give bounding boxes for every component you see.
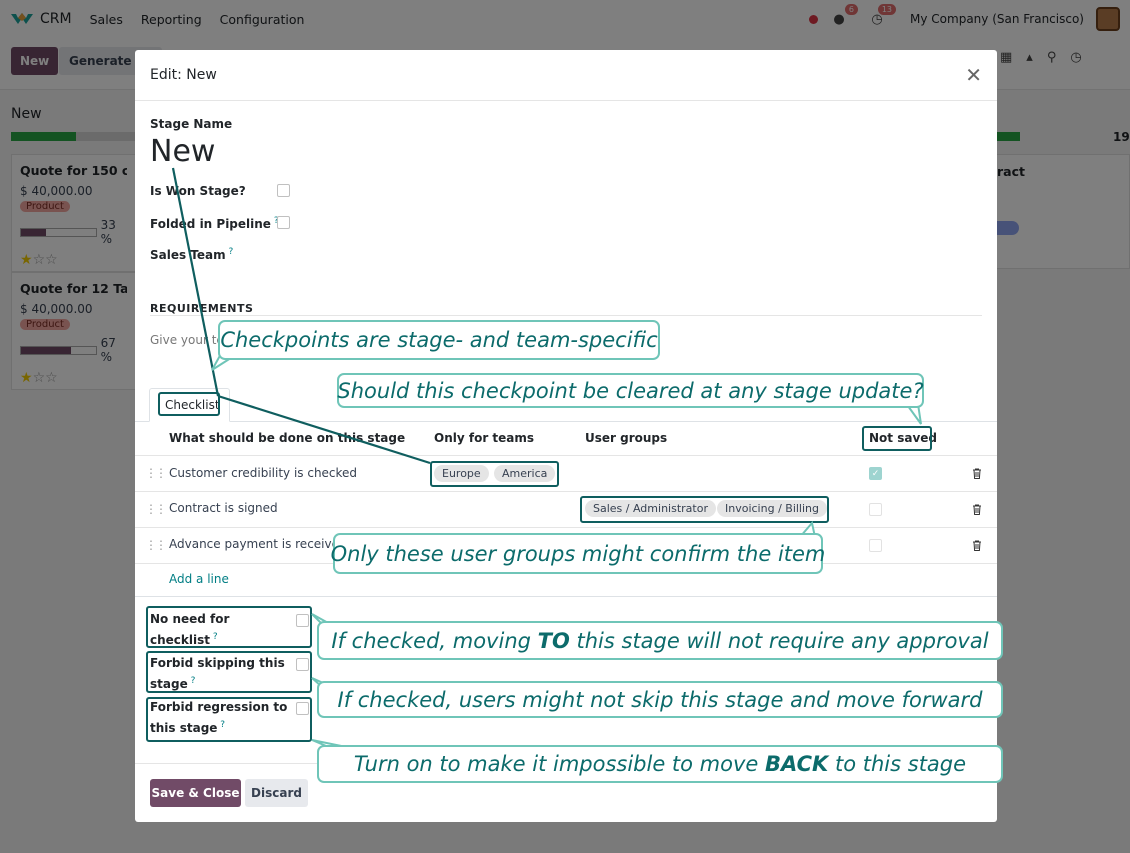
callout-not-saved: Should this checkpoint be cleared at any… (337, 373, 924, 408)
trash-icon[interactable] (972, 540, 982, 551)
checklist-item-label[interactable]: Customer credibility is checked (169, 466, 357, 480)
is-won-label: Is Won Stage? (150, 184, 246, 198)
highlight-forbid-skip (146, 651, 312, 693)
col-header-task[interactable]: What should be done on this stage (169, 431, 405, 445)
callout-no-checklist: If checked, moving TO this stage will no… (317, 621, 1003, 660)
callout-forbid-skip: If checked, users might not skip this st… (317, 681, 1003, 718)
folded-label: Folded in Pipeline ? (150, 216, 279, 231)
dialog-title: Edit: New (150, 67, 217, 83)
requirements-help: Give your te (150, 333, 224, 347)
not-saved-checkbox[interactable] (869, 539, 882, 552)
is-won-checkbox[interactable] (277, 184, 290, 197)
trash-icon[interactable] (972, 504, 982, 515)
col-header-groups[interactable]: User groups (585, 431, 667, 445)
stage-name-input[interactable]: New (150, 134, 215, 169)
highlight-no-checklist (146, 606, 312, 648)
highlight-forbid-regression (146, 697, 312, 742)
highlight-groups (580, 496, 829, 523)
checklist-item-label[interactable]: Advance payment is received (169, 537, 347, 551)
not-saved-checkbox[interactable]: ✓ (869, 467, 882, 480)
callout-forbid-regression: Turn on to make it impossible to move BA… (317, 745, 1003, 783)
col-header-teams[interactable]: Only for teams (434, 431, 534, 445)
callout-teams: Checkpoints are stage- and team-specific (218, 320, 660, 360)
requirements-title: REQUIREMENTS (150, 302, 254, 315)
sales-team-label: Sales Team ? (150, 247, 234, 262)
save-close-button[interactable]: Save & Close (150, 779, 241, 807)
trash-icon[interactable] (972, 468, 982, 479)
help-icon[interactable]: ? (226, 247, 234, 257)
checklist-item-label[interactable]: Contract is signed (169, 501, 278, 515)
highlight-teams (430, 461, 559, 487)
discard-button[interactable]: Discard (245, 779, 308, 807)
not-saved-checkbox[interactable] (869, 503, 882, 516)
drag-handle-icon[interactable]: ⋮⋮ (145, 502, 167, 516)
folded-checkbox[interactable] (277, 216, 290, 229)
highlight-not-saved (862, 426, 932, 451)
add-line-link[interactable]: Add a line (169, 572, 229, 586)
callout-groups: Only these user groups might confirm the… (331, 533, 825, 574)
close-icon[interactable]: ✕ (965, 63, 982, 87)
stage-name-label: Stage Name (150, 117, 233, 131)
drag-handle-icon[interactable]: ⋮⋮ (145, 538, 167, 552)
highlight-checklist-tab (158, 392, 220, 416)
drag-handle-icon[interactable]: ⋮⋮ (145, 466, 167, 480)
